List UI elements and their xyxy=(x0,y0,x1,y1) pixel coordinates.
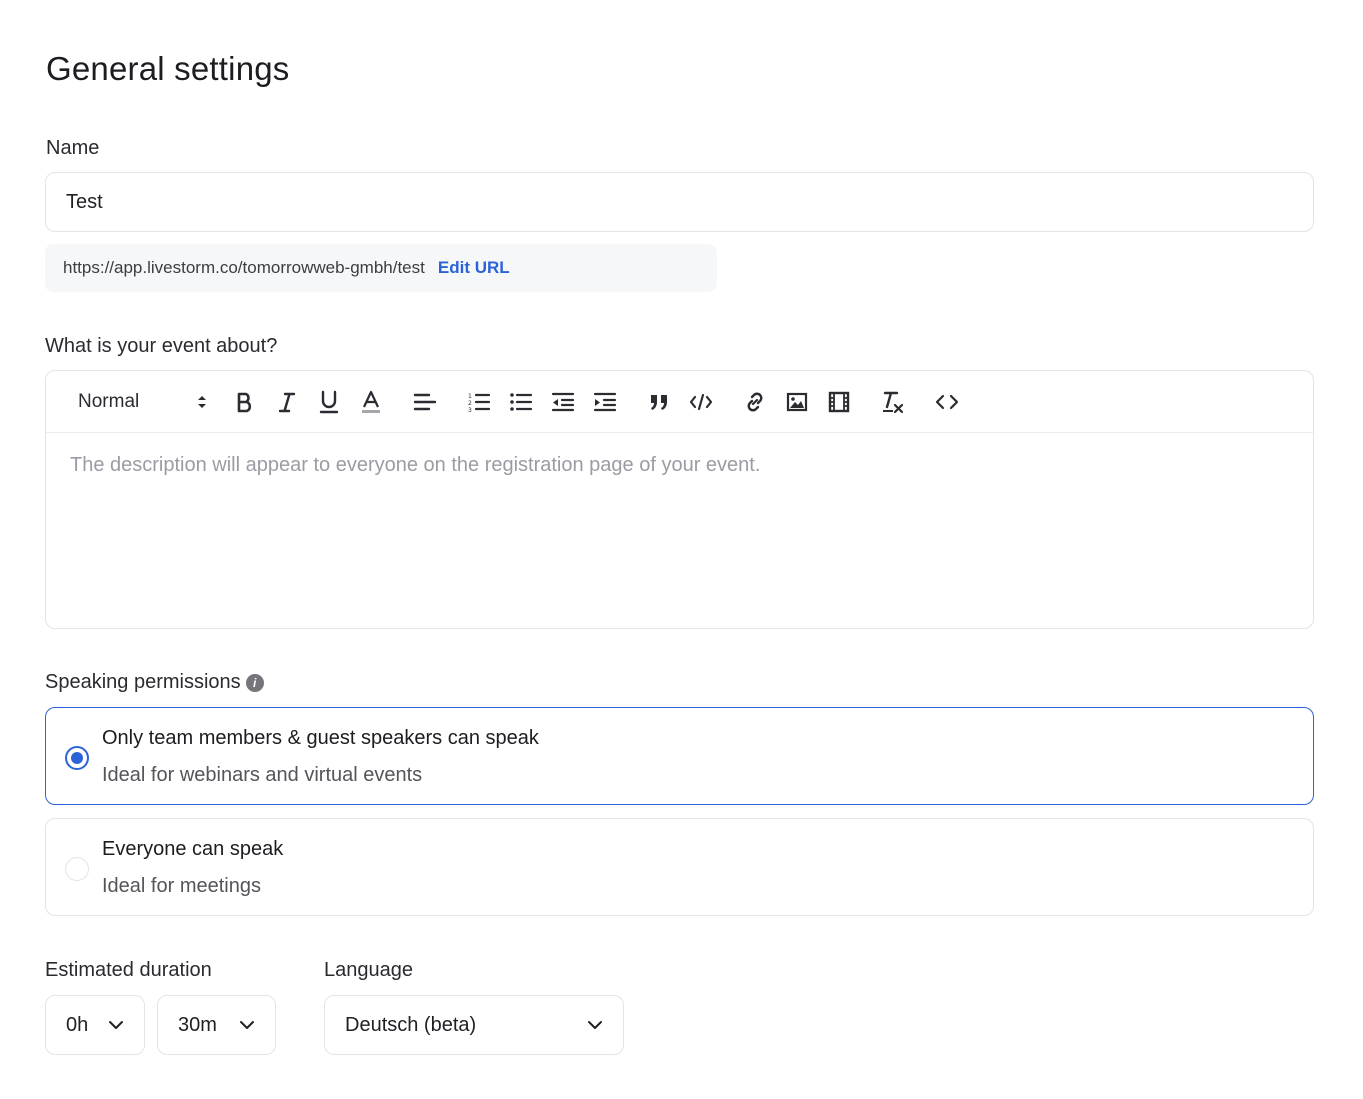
outdent-icon[interactable] xyxy=(548,387,578,417)
format-select-value: Normal xyxy=(78,391,140,412)
speaking-option-desc: Ideal for meetings xyxy=(102,875,261,897)
underline-icon[interactable] xyxy=(314,387,344,417)
bullet-list-icon[interactable] xyxy=(506,387,536,417)
description-label: What is your event about? xyxy=(45,335,278,357)
source-code-icon[interactable] xyxy=(932,387,962,417)
speaking-option-desc: Ideal for webinars and virtual events xyxy=(102,764,423,786)
description-editor: Normal 123 The description will appear t… xyxy=(45,370,1314,629)
radio-unselected[interactable] xyxy=(65,857,89,881)
svg-text:3: 3 xyxy=(468,407,472,413)
duration-minutes-value: 30m xyxy=(178,1013,217,1036)
duration-minutes-select[interactable]: 30m xyxy=(157,995,276,1055)
language-select[interactable]: Deutsch (beta) xyxy=(324,995,624,1055)
ordered-list-icon[interactable]: 123 xyxy=(464,387,494,417)
indent-icon[interactable] xyxy=(590,387,620,417)
align-left-icon[interactable] xyxy=(410,387,440,417)
up-down-arrows-icon xyxy=(198,396,206,408)
chevron-down-icon xyxy=(588,1021,602,1029)
info-icon[interactable]: i xyxy=(245,674,264,692)
speaking-permissions-label: Speaking permissions i xyxy=(45,671,264,694)
text-color-icon[interactable] xyxy=(356,387,386,417)
chevron-down-icon xyxy=(109,1021,123,1029)
speaking-permissions-text: Speaking permissions xyxy=(45,671,241,693)
code-block-icon[interactable] xyxy=(686,387,716,417)
italic-icon[interactable] xyxy=(272,387,302,417)
speaking-option-title: Only team members & guest speakers can s… xyxy=(102,727,539,749)
chevron-down-icon xyxy=(240,1021,254,1029)
clear-formatting-icon[interactable] xyxy=(878,387,908,417)
video-icon[interactable] xyxy=(824,387,854,417)
editor-toolbar: Normal 123 xyxy=(46,371,1313,433)
svg-text:1: 1 xyxy=(468,393,472,400)
speaking-option-title: Everyone can speak xyxy=(102,838,284,860)
link-icon[interactable] xyxy=(740,387,770,417)
format-select[interactable]: Normal xyxy=(78,387,208,417)
speaking-option-team-only[interactable]: Only team members & guest speakers can s… xyxy=(45,707,1314,805)
speaking-option-everyone[interactable]: Everyone can speak Ideal for meetings xyxy=(45,818,1314,916)
blockquote-icon[interactable] xyxy=(644,387,674,417)
image-icon[interactable] xyxy=(782,387,812,417)
edit-url-link[interactable]: Edit URL xyxy=(438,258,510,278)
name-input[interactable] xyxy=(45,172,1314,232)
radio-selected[interactable] xyxy=(65,746,89,770)
page-title: General settings xyxy=(46,50,290,87)
svg-text:2: 2 xyxy=(468,400,472,407)
duration-hours-select[interactable]: 0h xyxy=(45,995,145,1055)
language-value: Deutsch (beta) xyxy=(345,1013,477,1036)
event-url-box: https://app.livestorm.co/tomorrowweb-gmb… xyxy=(45,244,717,292)
description-textarea[interactable]: The description will appear to everyone … xyxy=(70,454,760,477)
duration-hours-value: 0h xyxy=(66,1013,89,1036)
name-label: Name xyxy=(46,137,100,159)
duration-label: Estimated duration xyxy=(45,959,212,981)
bold-icon[interactable] xyxy=(230,387,260,417)
language-label: Language xyxy=(324,959,413,981)
event-url-text: https://app.livestorm.co/tomorrowweb-gmb… xyxy=(63,258,425,277)
